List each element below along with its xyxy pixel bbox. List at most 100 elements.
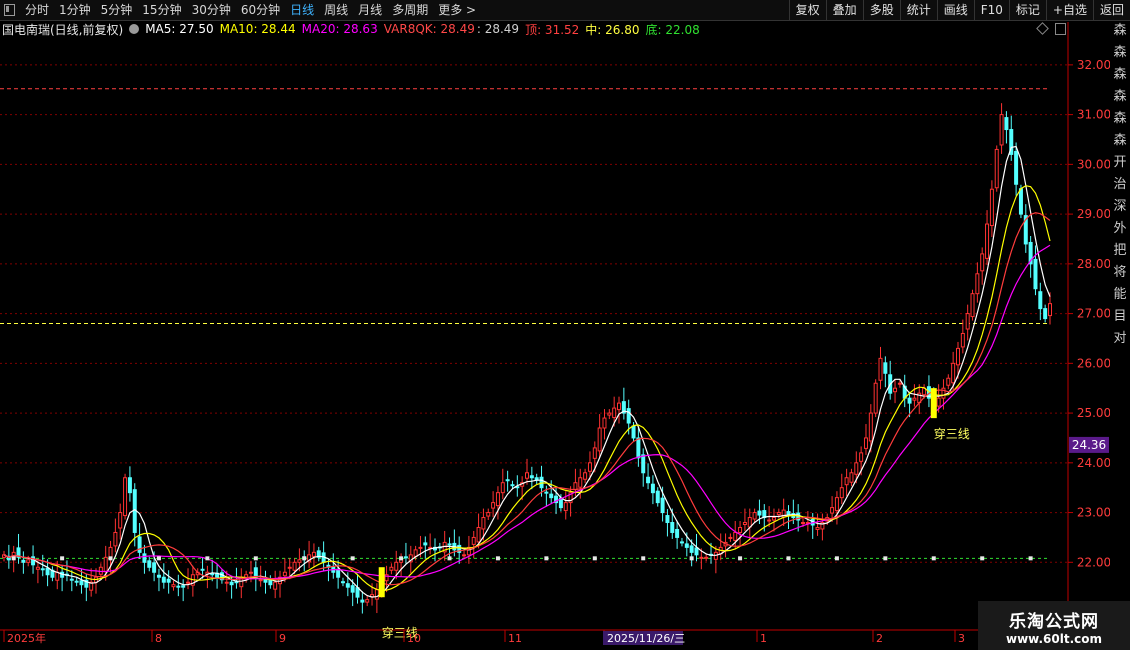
candle-body: [878, 357, 883, 381]
candle-body: [311, 551, 316, 557]
bottom-marker: [786, 556, 791, 561]
candle-body: [224, 581, 229, 584]
candle-body: [578, 477, 583, 488]
candle-body: [1038, 291, 1043, 310]
candle-body: [69, 578, 74, 581]
candle-body: [999, 114, 1004, 146]
candle-body: [738, 526, 743, 533]
candle-body: [834, 497, 839, 512]
candle-body: [587, 462, 592, 472]
candle-body: [994, 148, 999, 189]
signal-bar: [378, 567, 385, 598]
bottom-marker: [447, 556, 452, 561]
side-char-4: 森: [1113, 111, 1127, 126]
bottom-marker: [883, 556, 888, 561]
candle-body: [728, 536, 733, 539]
side-char-2: 森: [1113, 67, 1127, 82]
x-tick-label: 2: [876, 632, 883, 645]
candle-body: [287, 566, 292, 569]
candle-body: [665, 515, 670, 524]
current-price-label: 24.36: [1072, 438, 1106, 452]
candle-body: [694, 547, 699, 556]
candle-body: [893, 387, 898, 393]
candle-body: [1043, 308, 1048, 320]
candle-body: [946, 377, 951, 386]
candle-body: [544, 491, 549, 494]
bottom-marker: [834, 556, 839, 561]
candle-body: [123, 477, 128, 517]
candle-body: [592, 447, 597, 459]
candle-body: [156, 574, 161, 578]
candle-body: [525, 472, 529, 479]
candle-body: [1033, 258, 1038, 290]
candle-body: [74, 580, 79, 583]
candle-body: [863, 437, 868, 449]
side-char-6: 开: [1113, 155, 1127, 170]
candle-body: [297, 559, 302, 563]
bottom-marker: [931, 556, 936, 561]
candle-body: [418, 546, 423, 549]
right-side-panel: 森森森森森森开治深外把将能目对: [1110, 20, 1130, 630]
y-tick-label: 24.00: [1077, 456, 1110, 470]
candle-body: [127, 477, 132, 494]
ma20-line: [3, 244, 1051, 580]
candle-body: [505, 479, 510, 482]
bottom-marker: [641, 556, 646, 561]
candle-body: [844, 477, 849, 486]
candle-body: [839, 487, 844, 499]
candle-body: [500, 482, 505, 494]
candle-body: [747, 517, 752, 528]
bottom-marker: [350, 556, 355, 561]
candle-body: [650, 483, 655, 494]
bottom-marker: [108, 556, 113, 561]
signal-bar: [930, 388, 937, 419]
y-tick-label: 32.00: [1077, 58, 1110, 72]
candle-body: [980, 253, 985, 272]
candle-body: [684, 543, 689, 548]
side-char-11: 将: [1113, 265, 1127, 280]
candle-body: [970, 293, 975, 318]
candle-body: [597, 427, 602, 452]
candle-body: [491, 502, 496, 509]
bottom-marker: [60, 556, 65, 561]
candle-body: [563, 502, 568, 512]
bottom-marker: [544, 556, 549, 561]
candle-body: [258, 579, 263, 582]
candle-body: [617, 402, 622, 411]
candle-body: [951, 362, 956, 384]
x-tick-label: 8: [155, 632, 162, 645]
y-tick-label: 23.00: [1077, 506, 1110, 520]
candle-body: [897, 382, 902, 385]
candle-body: [403, 556, 408, 559]
candle-body: [849, 472, 854, 483]
candle-body: [670, 522, 675, 533]
candle-body: [883, 362, 888, 374]
candle-body: [859, 452, 864, 462]
x-tick-label: 1: [760, 632, 767, 645]
bottom-marker: [205, 556, 210, 561]
candle-body: [176, 585, 181, 588]
candle-body: [771, 517, 776, 521]
candle-body: [142, 553, 147, 563]
candle-body: [868, 412, 873, 442]
candle-body: [529, 475, 534, 479]
candle-body: [273, 581, 278, 590]
candle-body: [607, 412, 612, 416]
bottom-marker: [592, 556, 597, 561]
candle-body: [675, 528, 680, 538]
candle-body: [282, 571, 287, 577]
candle-body: [704, 556, 709, 559]
bottom-marker: [495, 556, 500, 561]
side-char-14: 对: [1113, 331, 1127, 346]
candle-body: [612, 407, 617, 419]
candle-body: [936, 397, 941, 407]
candle-body: [689, 545, 694, 553]
candle-body: [679, 541, 684, 544]
candle-body: [210, 573, 215, 576]
candle-body: [152, 562, 157, 573]
candle-body: [253, 567, 258, 578]
candlestick-chart[interactable]: 32.00 31.00 30.00 29.00 28.00 27.00 26.00 25.00…: [0, 0, 1110, 650]
candle-body: [413, 549, 418, 557]
candle-body: [229, 581, 234, 586]
candle-body: [345, 583, 350, 588]
